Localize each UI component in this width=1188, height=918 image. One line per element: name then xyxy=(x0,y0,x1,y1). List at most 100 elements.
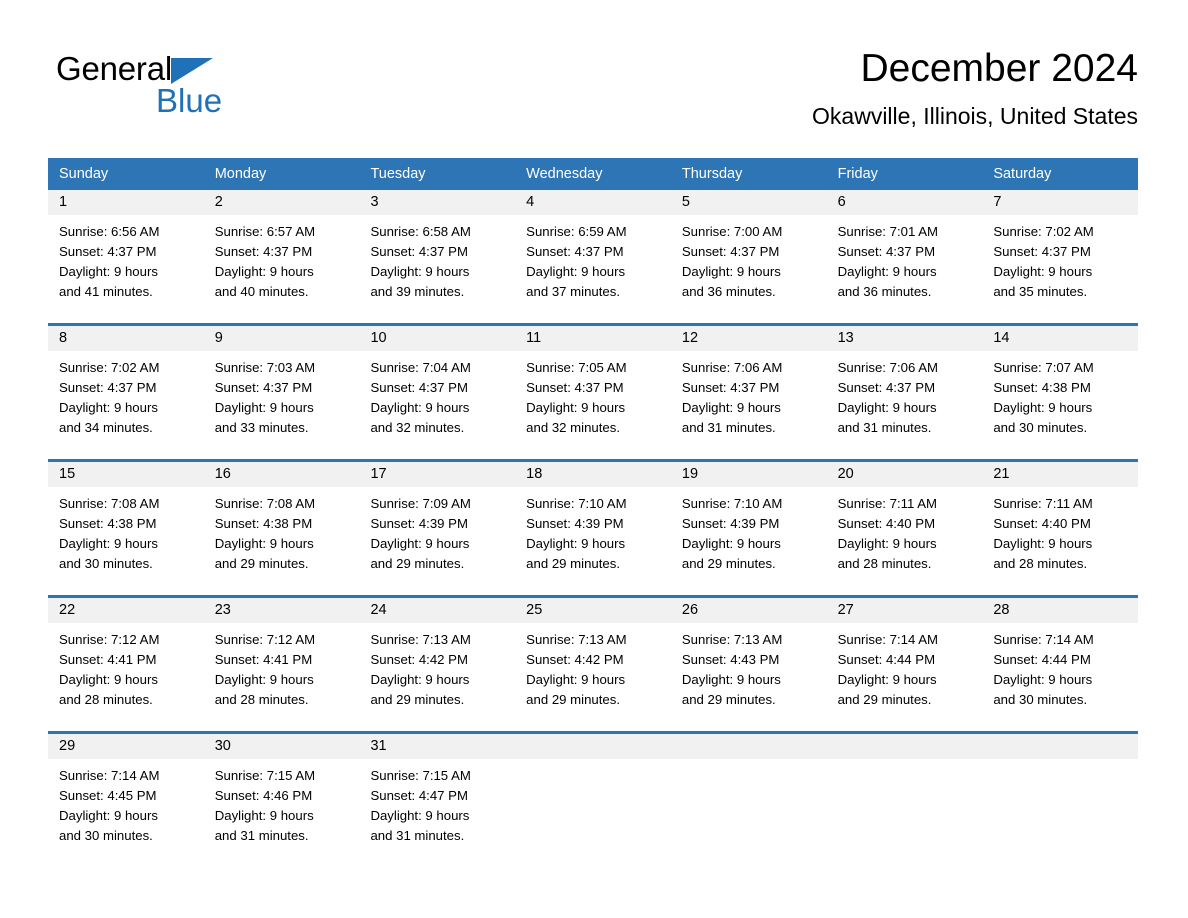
day-details: Sunrise: 7:13 AM Sunset: 4:43 PM Dayligh… xyxy=(671,623,827,724)
sunrise-text: Sunrise: 7:13 AM xyxy=(681,632,783,647)
sunrise-text: Sunrise: 7:05 AM xyxy=(526,360,627,375)
day-details: Sunrise: 7:11 AM Sunset: 4:40 PM Dayligh… xyxy=(982,487,1138,588)
sunrise-text: Sunrise: 7:13 AM xyxy=(526,632,627,647)
sunrise-text: Sunrise: 7:07 AM xyxy=(993,360,1094,375)
page-title: December 2024 xyxy=(860,47,1139,90)
day-details: Sunrise: 7:01 AM Sunset: 4:37 PM Dayligh… xyxy=(827,215,983,316)
sunrise-text: Sunrise: 6:59 AM xyxy=(526,224,627,239)
daylight-text-line1: Daylight: 9 hours xyxy=(837,400,937,415)
day-number: 8 xyxy=(48,326,204,351)
sunset-text: Sunset: 4:37 PM xyxy=(993,244,1091,259)
day-cell[interactable]: 8 Sunrise: 7:02 AM Sunset: 4:37 PM Dayli… xyxy=(48,326,204,452)
daylight-text-line2: and 29 minutes. xyxy=(370,692,465,707)
day-cell[interactable]: 10 Sunrise: 7:04 AM Sunset: 4:37 PM Dayl… xyxy=(359,326,516,452)
logo-word-blue: Blue xyxy=(156,82,223,119)
daylight-text-line2: and 39 minutes. xyxy=(370,284,465,299)
daylight-text-line1: Daylight: 9 hours xyxy=(370,264,470,279)
daylight-text-line2: and 31 minutes. xyxy=(370,828,465,843)
day-cell[interactable]: 15 Sunrise: 7:08 AM Sunset: 4:38 PM Dayl… xyxy=(48,462,204,588)
sunset-text: Sunset: 4:37 PM xyxy=(370,244,468,259)
daylight-text-line2: and 36 minutes. xyxy=(837,284,932,299)
daylight-text-line1: Daylight: 9 hours xyxy=(214,536,314,551)
daylight-text-line1: Daylight: 9 hours xyxy=(59,400,158,415)
day-cell[interactable]: 1 Sunrise: 6:56 AM Sunset: 4:37 PM Dayli… xyxy=(48,190,204,316)
sunset-text: Sunset: 4:44 PM xyxy=(993,652,1091,667)
title-block: December 2024 Okawville, Illinois, Unite… xyxy=(812,44,1138,130)
day-cell[interactable]: 7 Sunrise: 7:02 AM Sunset: 4:37 PM Dayli… xyxy=(982,190,1139,316)
day-number: 9 xyxy=(203,326,360,351)
weekday-monday: Monday xyxy=(214,166,267,182)
day-details: Sunrise: 7:10 AM Sunset: 4:39 PM Dayligh… xyxy=(671,487,827,588)
week-row: 15 Sunrise: 7:08 AM Sunset: 4:38 PM Dayl… xyxy=(48,459,1139,588)
day-cell[interactable]: 25 Sunrise: 7:13 AM Sunset: 4:42 PM Dayl… xyxy=(515,598,671,724)
sunset-text: Sunset: 4:46 PM xyxy=(214,788,313,803)
day-cell[interactable]: 17 Sunrise: 7:09 AM Sunset: 4:39 PM Dayl… xyxy=(359,462,516,588)
weekday-friday: Friday xyxy=(837,166,878,182)
day-cell[interactable]: 11 Sunrise: 7:05 AM Sunset: 4:37 PM Dayl… xyxy=(515,326,671,452)
day-details: Sunrise: 7:10 AM Sunset: 4:39 PM Dayligh… xyxy=(515,487,671,588)
day-number: 19 xyxy=(670,462,827,487)
day-cell[interactable]: 24 Sunrise: 7:13 AM Sunset: 4:42 PM Dayl… xyxy=(359,598,516,724)
daylight-text-line1: Daylight: 9 hours xyxy=(59,808,158,823)
daylight-text-line2: and 28 minutes. xyxy=(837,556,932,571)
day-cell[interactable]: 23 Sunrise: 7:12 AM Sunset: 4:41 PM Dayl… xyxy=(203,598,360,724)
daylight-text-line2: and 29 minutes. xyxy=(526,556,620,571)
daylight-text-line1: Daylight: 9 hours xyxy=(993,536,1093,551)
sunset-text: Sunset: 4:42 PM xyxy=(370,652,468,667)
day-cell[interactable]: 14 Sunrise: 7:07 AM Sunset: 4:38 PM Dayl… xyxy=(982,326,1139,452)
daylight-text-line1: Daylight: 9 hours xyxy=(837,672,937,687)
daylight-text-line2: and 29 minutes. xyxy=(681,692,776,707)
daylight-text-line1: Daylight: 9 hours xyxy=(370,808,470,823)
day-cell[interactable]: 6 Sunrise: 7:01 AM Sunset: 4:37 PM Dayli… xyxy=(826,190,983,316)
general-blue-logo[interactable]: General Blue xyxy=(56,50,316,130)
day-cell[interactable]: 21 Sunrise: 7:11 AM Sunset: 4:40 PM Dayl… xyxy=(982,462,1139,588)
sunrise-text: Sunrise: 7:14 AM xyxy=(837,632,939,647)
day-cell[interactable]: 31 Sunrise: 7:15 AM Sunset: 4:47 PM Dayl… xyxy=(359,734,516,860)
day-cell[interactable]: 2 Sunrise: 6:57 AM Sunset: 4:37 PM Dayli… xyxy=(203,190,360,316)
day-cell[interactable]: 29 Sunrise: 7:14 AM Sunset: 4:45 PM Dayl… xyxy=(48,734,204,860)
sunset-text: Sunset: 4:37 PM xyxy=(526,380,624,395)
day-details: Sunrise: 7:15 AM Sunset: 4:46 PM Dayligh… xyxy=(204,759,360,860)
day-cell[interactable]: 19 Sunrise: 7:10 AM Sunset: 4:39 PM Dayl… xyxy=(670,462,827,588)
weekday-tuesday: Tuesday xyxy=(370,166,426,182)
sunset-text: Sunset: 4:37 PM xyxy=(59,380,157,395)
day-number: 4 xyxy=(515,190,671,215)
sunrise-text: Sunrise: 7:02 AM xyxy=(993,224,1094,239)
sunset-text: Sunset: 4:37 PM xyxy=(681,244,780,259)
day-cell[interactable]: 20 Sunrise: 7:11 AM Sunset: 4:40 PM Dayl… xyxy=(826,462,983,588)
week-row: 22 Sunrise: 7:12 AM Sunset: 4:41 PM Dayl… xyxy=(48,595,1139,724)
day-cell[interactable]: 4 Sunrise: 6:59 AM Sunset: 4:37 PM Dayli… xyxy=(515,190,671,316)
calendar-grid: Sunday Monday Tuesday Wednesday Thursday… xyxy=(48,158,1139,860)
weekday-sunday: Sunday xyxy=(59,166,109,182)
day-cell[interactable]: 5 Sunrise: 7:00 AM Sunset: 4:37 PM Dayli… xyxy=(670,190,827,316)
day-cell[interactable]: 9 Sunrise: 7:03 AM Sunset: 4:37 PM Dayli… xyxy=(203,326,360,452)
day-details: Sunrise: 7:03 AM Sunset: 4:37 PM Dayligh… xyxy=(204,351,360,452)
day-details: Sunrise: 6:58 AM Sunset: 4:37 PM Dayligh… xyxy=(359,215,515,316)
day-number: 13 xyxy=(826,326,983,351)
day-number: 12 xyxy=(670,326,827,351)
daylight-text-line2: and 29 minutes. xyxy=(370,556,465,571)
sunset-text: Sunset: 4:37 PM xyxy=(837,380,936,395)
daylight-text-line1: Daylight: 9 hours xyxy=(681,536,781,551)
day-cell[interactable]: 16 Sunrise: 7:08 AM Sunset: 4:38 PM Dayl… xyxy=(203,462,360,588)
day-cell[interactable]: 26 Sunrise: 7:13 AM Sunset: 4:43 PM Dayl… xyxy=(670,598,827,724)
day-cell[interactable]: 27 Sunrise: 7:14 AM Sunset: 4:44 PM Dayl… xyxy=(826,598,983,724)
day-cell[interactable]: 13 Sunrise: 7:06 AM Sunset: 4:37 PM Dayl… xyxy=(826,326,983,452)
day-cell[interactable]: 30 Sunrise: 7:15 AM Sunset: 4:46 PM Dayl… xyxy=(203,734,360,860)
daylight-text-line2: and 28 minutes. xyxy=(993,556,1088,571)
day-cell[interactable]: 3 Sunrise: 6:58 AM Sunset: 4:37 PM Dayli… xyxy=(359,190,516,316)
day-cell[interactable]: 22 Sunrise: 7:12 AM Sunset: 4:41 PM Dayl… xyxy=(48,598,204,724)
day-cell[interactable]: 18 Sunrise: 7:10 AM Sunset: 4:39 PM Dayl… xyxy=(515,462,671,588)
calendar-page: General Blue December 2024 Okawville, Il… xyxy=(0,0,1188,918)
day-details xyxy=(515,759,671,841)
day-details: Sunrise: 6:59 AM Sunset: 4:37 PM Dayligh… xyxy=(515,215,671,316)
day-details: Sunrise: 7:12 AM Sunset: 4:41 PM Dayligh… xyxy=(204,623,360,724)
daylight-text-line1: Daylight: 9 hours xyxy=(526,536,626,551)
day-cell[interactable]: 12 Sunrise: 7:06 AM Sunset: 4:37 PM Dayl… xyxy=(670,326,827,452)
day-number xyxy=(826,734,983,759)
sunrise-text: Sunrise: 6:56 AM xyxy=(59,224,160,239)
day-cell[interactable]: 28 Sunrise: 7:14 AM Sunset: 4:44 PM Dayl… xyxy=(982,598,1139,724)
daylight-text-line1: Daylight: 9 hours xyxy=(837,536,937,551)
daylight-text-line1: Daylight: 9 hours xyxy=(681,400,781,415)
daylight-text-line1: Daylight: 9 hours xyxy=(681,264,781,279)
